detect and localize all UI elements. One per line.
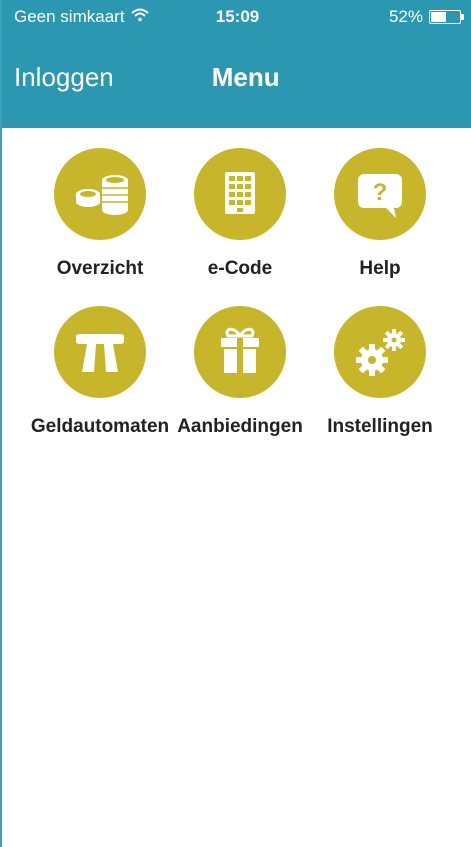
coins-icon [54, 148, 146, 240]
carrier-info: Geen simkaart [14, 7, 149, 27]
battery-info: 52% [388, 7, 464, 27]
menu-item-label: e-Code [207, 258, 273, 279]
menu-item-aanbiedingen[interactable]: Aanbiedingen [165, 306, 315, 456]
status-bar: Geen simkaart 15:09 52% [2, 4, 471, 32]
help-bubble-icon: ? [334, 148, 426, 240]
battery-icon [429, 10, 464, 24]
menu-item-geldautomaten[interactable]: Geldautomaten [25, 306, 175, 456]
menu-item-label: Aanbiedingen [177, 416, 303, 437]
menu-item-label: Overzicht [56, 258, 144, 279]
gears-icon [334, 306, 426, 398]
navigation-bar: Inloggen Menu [2, 48, 471, 108]
page-title: Menu [211, 62, 280, 92]
login-button[interactable]: Inloggen [14, 62, 114, 93]
menu-item-instellingen[interactable]: Instellingen [305, 306, 455, 456]
menu-item-e-code[interactable]: e-Code [165, 148, 315, 298]
menu-item-label: Geldautomaten [30, 416, 170, 437]
menu-item-help[interactable]: ? Help [305, 148, 455, 298]
wifi-icon [130, 7, 149, 27]
atm-road-icon [54, 306, 146, 398]
menu-item-label: Instellingen [327, 416, 433, 437]
header-bar: Geen simkaart 15:09 52% Inloggen Menu [2, 0, 471, 128]
status-time: 15:09 [215, 7, 260, 26]
gift-icon [194, 306, 286, 398]
carrier-label: Geen simkaart [14, 7, 125, 26]
svg-text:?: ? [373, 179, 388, 206]
battery-fill [431, 12, 446, 22]
battery-percent: 52% [388, 7, 423, 26]
menu-item-overzicht[interactable]: Overzicht [25, 148, 175, 298]
keypad-icon [194, 148, 286, 240]
menu-item-label: Help [359, 258, 401, 279]
app-screen: Geen simkaart 15:09 52% Inloggen Menu Ov… [0, 0, 471, 847]
